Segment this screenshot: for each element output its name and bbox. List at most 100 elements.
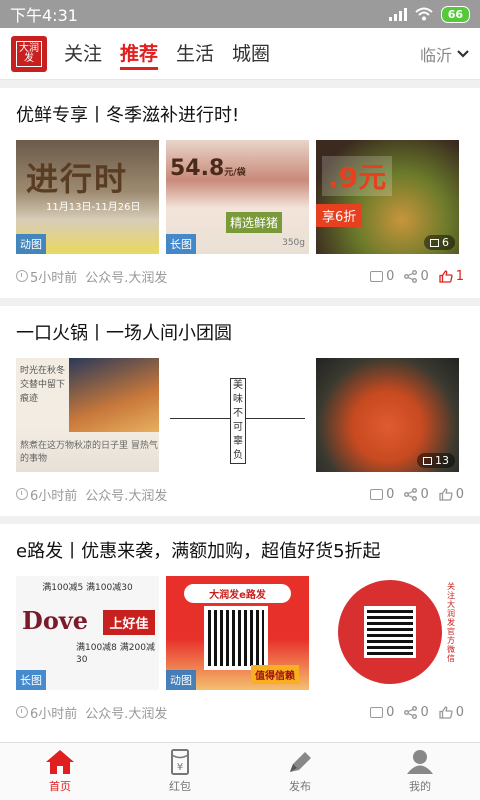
post-source: 公众号.大润发 [85,488,168,504]
gallery-icon [423,456,432,465]
like-button[interactable]: 0 [439,487,464,502]
image-art-ring-text: 关注大润发官方微信 [447,582,455,663]
share-icon [404,487,418,501]
nav-label: 我的 [409,780,431,793]
post-meta: 6小时前 公众号.大润发 0 0 0 [16,690,464,734]
post-title[interactable]: 优鲜专享丨冬季滋补进行时! [16,104,464,128]
nav-label: 首页 [49,780,71,793]
post-stats: 0 0 0 [370,487,464,502]
comment-icon [370,706,384,718]
share-button[interactable]: 0 [404,704,429,720]
post-image[interactable]: 关注大润发官方微信 [316,576,459,690]
city-photo [69,358,159,432]
share-count: 0 [420,704,429,720]
status-time: 下午4:31 [10,6,78,25]
qr-code [364,606,416,658]
home-icon [46,750,74,774]
price-value: 54.8 [170,156,225,181]
post-image[interactable]: 进行时 11月13日-11月26日 动图 [16,140,159,254]
post-title[interactable]: 一口火锅丨一场人间小团圆 [16,322,464,346]
thumbs-up-icon [439,269,453,283]
image-art-button: 值得信赖 [251,665,299,684]
share-count: 0 [420,486,429,502]
post-card[interactable]: 一口火锅丨一场人间小团圆 时光在秋冬交替中留下痕迹 熬煮在这万物秋凉的日子里 冒… [0,306,480,516]
post-stats: 0 0 1 [370,269,464,284]
nav-red-packet[interactable]: ¥ 红包 [120,743,240,800]
post-image[interactable]: 54.8元/袋 精选鲜猪 350g 长图 [166,140,309,254]
city-name: 临沂 [419,45,452,65]
divider [0,80,480,88]
svg-text:¥: ¥ [177,762,183,773]
thumbs-up-icon [439,487,453,501]
like-button[interactable]: 1 [439,269,464,284]
clock-icon [16,488,28,500]
long-image-badge: 长图 [16,670,46,690]
comment-button[interactable]: 0 [370,705,394,720]
share-button[interactable]: 0 [404,268,429,284]
long-image-badge: 长图 [166,234,196,254]
image-count: 6 [442,236,449,249]
comment-icon [370,270,384,282]
like-button[interactable]: 0 [439,705,464,720]
image-art-weight: 350g [282,238,305,248]
image-art-brand: Dove [22,606,89,635]
gif-badge: 动图 [16,234,46,254]
nav-mine[interactable]: 我的 [360,743,480,800]
post-images: 时光在秋冬交替中留下痕迹 熬煮在这万物秋凉的日子里 冒热气的事物 美味不可辜负 … [16,358,464,472]
nav-label: 发布 [289,780,311,793]
share-count: 0 [420,268,429,284]
post-meta: 6小时前 公众号.大润发 0 0 0 [16,472,464,516]
tab-city-circle[interactable]: 城圈 [223,28,279,80]
channel-tabs: 关注 推荐 生活 城圈 [55,28,279,80]
bottom-nav: 首页 ¥ 红包 发布 我的 [0,742,480,800]
nav-home[interactable]: 首页 [0,743,120,800]
tab-follow[interactable]: 关注 [55,28,111,80]
status-bar: 下午4:31 66 [0,0,480,28]
qr-code [204,606,268,670]
image-art-caption: 熬煮在这万物秋凉的日子里 冒热气的事物 [20,441,158,464]
share-icon [404,705,418,719]
tab-recommend[interactable]: 推荐 [111,28,167,80]
image-art-price: .9元 [322,156,393,196]
logo-text: 大润发 [16,40,42,67]
nav-publish[interactable]: 发布 [240,743,360,800]
comment-count: 0 [386,268,395,284]
price-unit: 元/袋 [224,168,246,178]
image-art-lines: 时光在秋冬交替中留下痕迹 [20,366,66,404]
post-source: 公众号.大润发 [85,270,168,286]
share-icon [404,269,418,283]
post-image[interactable]: 美味不可辜负 [166,358,309,472]
image-art-tag: 享6折 [316,204,363,227]
share-button[interactable]: 0 [404,486,429,502]
signal-icon [388,7,407,21]
post-image[interactable]: 满100减5 满100减30 Dove 上好佳 满100减8 满200减30 长… [16,576,159,690]
comment-button[interactable]: 0 [370,269,394,284]
like-count: 0 [455,486,464,502]
nav-label: 红包 [169,780,191,793]
post-card[interactable]: 优鲜专享丨冬季滋补进行时! 进行时 11月13日-11月26日 动图 54.8元… [0,88,480,298]
post-title[interactable]: e路发丨优惠来袭，满额加购，超值好货5折起 [16,540,464,564]
post-meta: 5小时前 公众号.大润发 0 0 1 [16,254,464,298]
image-art-head: 大润发e路发 [184,584,291,603]
post-time: 6小时前 [30,488,78,504]
post-image[interactable]: 13 [316,358,459,472]
city-selector[interactable]: 临沂 [420,42,470,66]
comment-button[interactable]: 0 [370,487,394,502]
image-count: 13 [435,454,449,467]
post-image[interactable]: 大润发e路发 值得信赖 动图 [166,576,309,690]
like-count: 1 [455,268,464,284]
gallery-icon [430,238,439,247]
post-image[interactable]: 时光在秋冬交替中留下痕迹 熬煮在这万物秋凉的日子里 冒热气的事物 [16,358,159,472]
image-art-subtext: 11月13日-11月26日 [46,202,141,213]
post-source: 公众号.大润发 [85,706,168,722]
post-image[interactable]: .9元 享6折 6 [316,140,459,254]
divider [0,298,480,306]
tab-life[interactable]: 生活 [167,28,223,80]
post-stats: 0 0 0 [370,705,464,720]
comment-count: 0 [386,486,395,502]
app-logo[interactable]: 大润发 [11,35,47,72]
top-nav: 大润发 关注 推荐 生活 城圈 临沂 [0,28,480,80]
feed-list[interactable]: 优鲜专享丨冬季滋补进行时! 进行时 11月13日-11月26日 动图 54.8元… [0,80,480,742]
gif-badge: 动图 [166,670,196,690]
post-card[interactable]: e路发丨优惠来袭，满额加购，超值好货5折起 满100减5 满100减30 Dov… [0,524,480,734]
